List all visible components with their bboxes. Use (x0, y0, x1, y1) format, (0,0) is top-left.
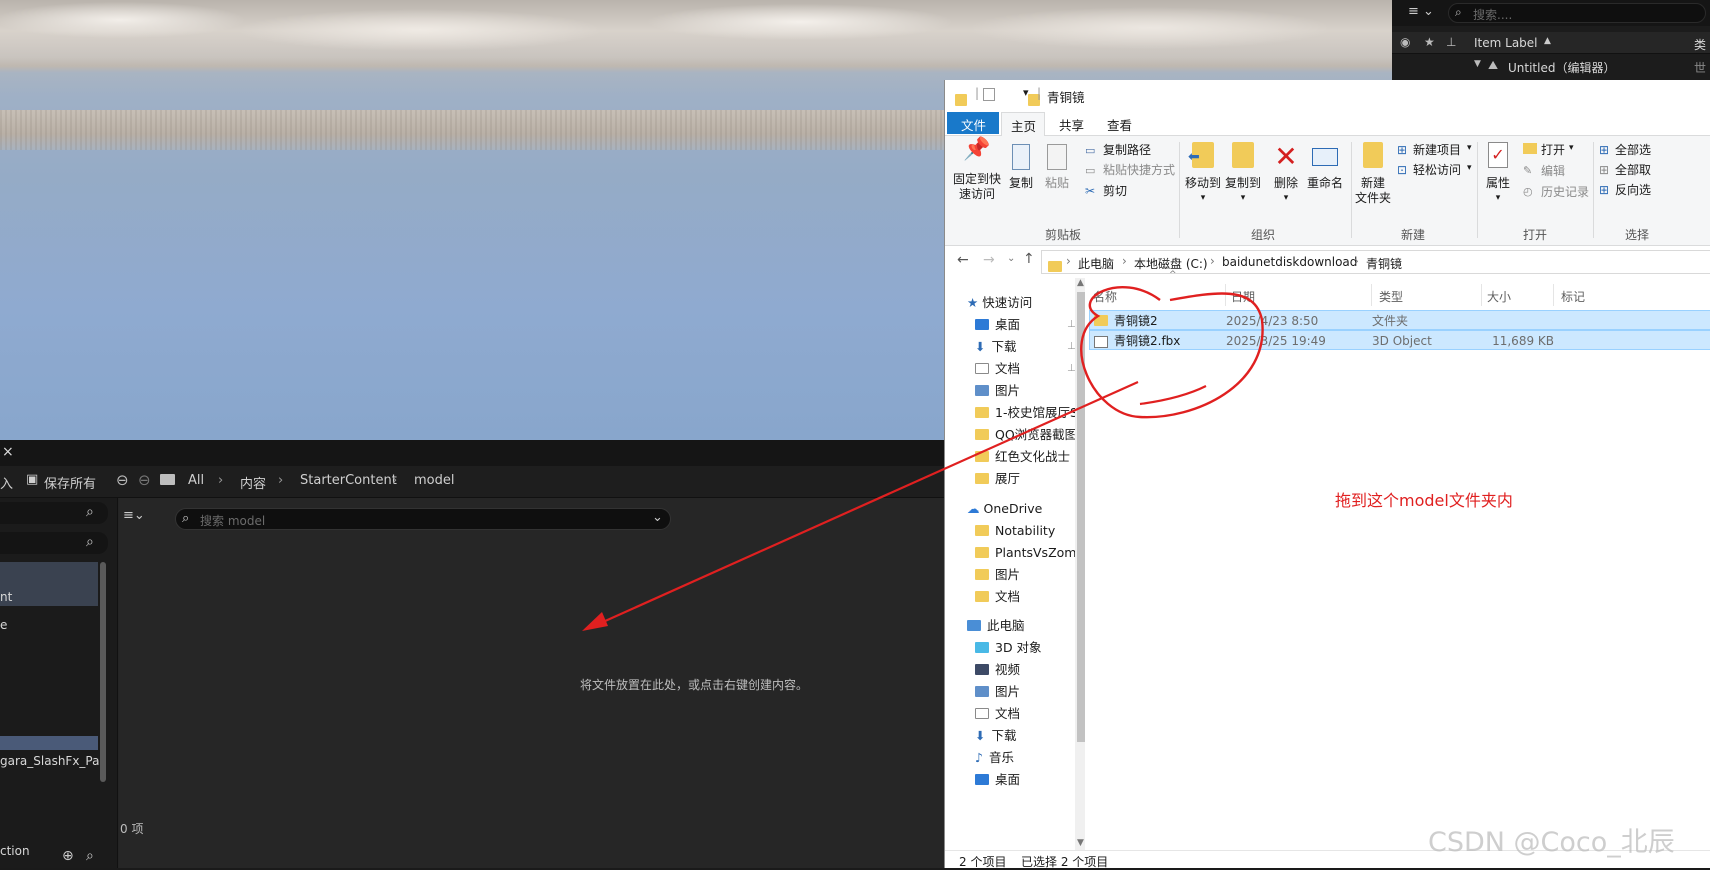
circle-tail (1139, 385, 1207, 406)
drag-arrow-line (593, 380, 1139, 628)
watermark: CSDN @Coco_北辰 (1428, 827, 1675, 858)
drag-annotation-overlay (582, 286, 1264, 631)
drag-arrow-head (582, 612, 608, 631)
annotation-text: 拖到这个model文件夹内 (1335, 491, 1513, 510)
